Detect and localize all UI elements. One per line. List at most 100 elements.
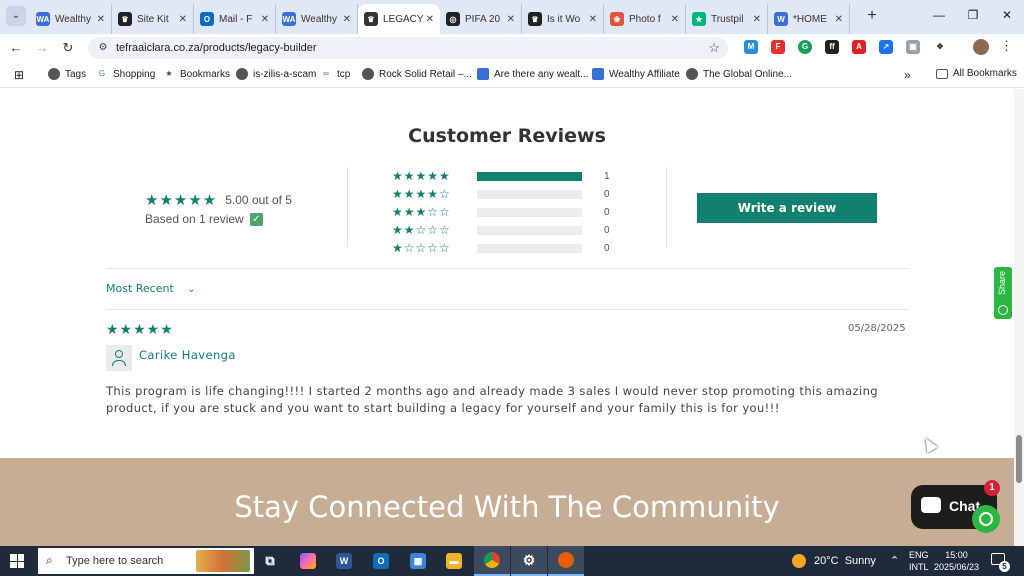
store-icon[interactable]: ▦	[400, 546, 436, 576]
bookmark-item[interactable]: Are there any wealt...	[477, 68, 589, 80]
browser-tab[interactable]: W *HOME ✕	[768, 4, 850, 34]
scrollbar-thumb[interactable]	[1016, 435, 1022, 483]
close-tab-icon[interactable]: ✕	[426, 14, 434, 25]
extension-flipboard-icon[interactable]: F	[771, 40, 785, 54]
outlook-taskbar-icon[interactable]: O	[363, 546, 399, 576]
browser-tab[interactable]: ◎ PIFA 20 ✕	[440, 4, 522, 34]
extension-font-icon[interactable]: ff	[825, 40, 839, 54]
bookmark-item[interactable]: Tags	[48, 68, 86, 80]
close-tab-icon[interactable]: ✕	[261, 14, 269, 25]
review-date: 05/28/2025	[848, 323, 906, 334]
extension-m-icon[interactable]: M	[744, 40, 758, 54]
reviewer-avatar	[106, 345, 132, 371]
histogram-count: 0	[604, 188, 610, 200]
extension-link-icon[interactable]: ↗	[879, 40, 893, 54]
browser-tab[interactable]: ❀ Photo f ✕	[604, 4, 686, 34]
extensions-puzzle-icon[interactable]: ✥	[933, 40, 947, 54]
sort-dropdown[interactable]: Most Recent ⌄	[106, 282, 196, 295]
reload-icon[interactable]: ↻	[58, 38, 78, 58]
close-tab-icon[interactable]: ✕	[835, 14, 843, 25]
histogram-row[interactable]: ★★★★☆ 0	[392, 185, 610, 203]
browser-tab[interactable]: ♛ LEGACY ✕	[358, 4, 440, 34]
address-bar[interactable]: ⚙ tefraaiclara.co.za/products/legacy-bui…	[88, 37, 728, 59]
weather-text: 20°C Sunny	[814, 555, 876, 567]
wealthy-affiliate-icon: WA	[36, 12, 50, 26]
write-review-button[interactable]: Write a review	[697, 193, 877, 223]
close-tab-icon[interactable]: ✕	[671, 14, 679, 25]
taskbar-clock[interactable]: 15:00 2025/06/23	[934, 549, 979, 573]
tab-title: LEGACY	[383, 13, 423, 25]
histogram-row[interactable]: ★☆☆☆☆ 0	[392, 239, 610, 257]
new-tab-button[interactable]: +	[862, 6, 882, 26]
taskbar-search[interactable]: ⌕ Type here to search	[38, 548, 254, 574]
browser-tab[interactable]: WA Wealthy ✕	[276, 4, 358, 34]
histogram-bar	[477, 207, 582, 217]
weather-widget[interactable]: 20°C Sunny	[792, 554, 876, 568]
bookmark-item[interactable]: The Global Online...	[686, 68, 792, 80]
url-text[interactable]: tefraaiclara.co.za/products/legacy-build…	[116, 42, 317, 54]
close-tab-icon[interactable]: ✕	[343, 14, 351, 25]
close-tab-icon[interactable]: ✕	[507, 14, 515, 25]
browser-tab-strip: ⌄ WA Wealthy ✕ ♛ Site Kit ✕ O Mail - F ✕ WA Wealth…	[0, 0, 1024, 34]
bookmark-item[interactable]: G Shopping	[96, 68, 155, 80]
restore-button[interactable]: ❐	[956, 0, 990, 30]
close-window-button[interactable]: ✕	[990, 0, 1024, 30]
bookmarks-bar: ⊞ All Bookmarks » Tags G Shopping ★ Bookmark…	[0, 62, 1024, 88]
histogram-count: 1	[604, 170, 610, 182]
copilot-icon[interactable]	[290, 546, 326, 576]
apps-grid-icon[interactable]: ⊞	[14, 68, 24, 82]
browser-tab[interactable]: ★ Trustpil ✕	[686, 4, 768, 34]
browser-menu-icon[interactable]: ⋮	[1000, 38, 1013, 54]
windows-start-icon[interactable]	[10, 554, 24, 568]
close-tab-icon[interactable]: ✕	[97, 14, 105, 25]
close-tab-icon[interactable]: ✕	[179, 14, 187, 25]
whatsapp-icon	[998, 305, 1008, 315]
bookmark-label: is-zilis-a-scam	[253, 68, 317, 80]
share-button[interactable]: Share	[994, 267, 1012, 319]
extension-pdf-icon[interactable]: A	[852, 40, 866, 54]
extension-image-icon[interactable]: ▣	[906, 40, 920, 54]
whatsapp-float-button[interactable]	[972, 505, 1000, 533]
divider	[106, 309, 908, 310]
histogram-count: 0	[604, 242, 610, 254]
tab-search-button[interactable]: ⌄	[6, 6, 26, 26]
task-view-icon[interactable]: ⧉	[252, 546, 288, 576]
bookmark-item[interactable]: Rock Solid Retail –...	[362, 68, 472, 80]
file-explorer-icon[interactable]: ▬	[436, 546, 472, 576]
browser-tab[interactable]: ♛ Is it Wo ✕	[522, 4, 604, 34]
browser-tab[interactable]: ♛ Site Kit ✕	[112, 4, 194, 34]
histogram-row[interactable]: ★★★☆☆ 0	[392, 203, 610, 221]
google-icon: G	[98, 69, 106, 78]
firefox-taskbar-icon[interactable]	[548, 546, 584, 576]
minimize-button[interactable]: —	[922, 0, 956, 30]
extension-grammarly-icon[interactable]: G	[798, 40, 812, 54]
browser-tab[interactable]: O Mail - F ✕	[194, 4, 276, 34]
divider	[666, 167, 667, 247]
profile-avatar[interactable]	[973, 39, 989, 55]
chevron-up-icon[interactable]: ⌃	[890, 554, 899, 567]
bookmark-item[interactable]: ★ Bookmarks	[163, 68, 230, 80]
settings-taskbar-icon[interactable]: ⚙	[511, 546, 547, 576]
more-bookmarks-chevron-icon[interactable]: »	[904, 68, 911, 82]
language-indicator[interactable]: ENG INTL	[909, 549, 929, 573]
bookmark-item[interactable]: ∞ tcp	[320, 68, 350, 80]
bookmark-item[interactable]: is-zilis-a-scam	[236, 68, 316, 80]
histogram-stars: ★★★★★	[392, 169, 451, 183]
chrome-taskbar-icon[interactable]	[474, 546, 510, 576]
page-scrollbar[interactable]	[1014, 89, 1024, 546]
bookmark-label: Bookmarks	[180, 68, 231, 80]
close-tab-icon[interactable]: ✕	[753, 14, 761, 25]
browser-tab[interactable]: WA Wealthy ✕	[30, 4, 112, 34]
word-icon[interactable]: W	[326, 546, 362, 576]
all-bookmarks-button[interactable]: All Bookmarks	[936, 68, 1017, 79]
bookmark-star-icon[interactable]: ☆	[708, 40, 720, 56]
tab-title: PIFA 20	[465, 13, 501, 25]
forward-icon[interactable]: →	[32, 38, 52, 58]
close-tab-icon[interactable]: ✕	[589, 14, 597, 25]
histogram-row[interactable]: ★★★★★ 1	[392, 167, 610, 185]
back-icon[interactable]: ←	[6, 38, 26, 58]
histogram-row[interactable]: ★★☆☆☆ 0	[392, 221, 610, 239]
histogram-stars: ★★★★☆	[392, 187, 451, 201]
bookmark-item[interactable]: Wealthy Affiliate	[592, 68, 680, 80]
site-info-icon[interactable]: ⚙	[96, 41, 110, 55]
